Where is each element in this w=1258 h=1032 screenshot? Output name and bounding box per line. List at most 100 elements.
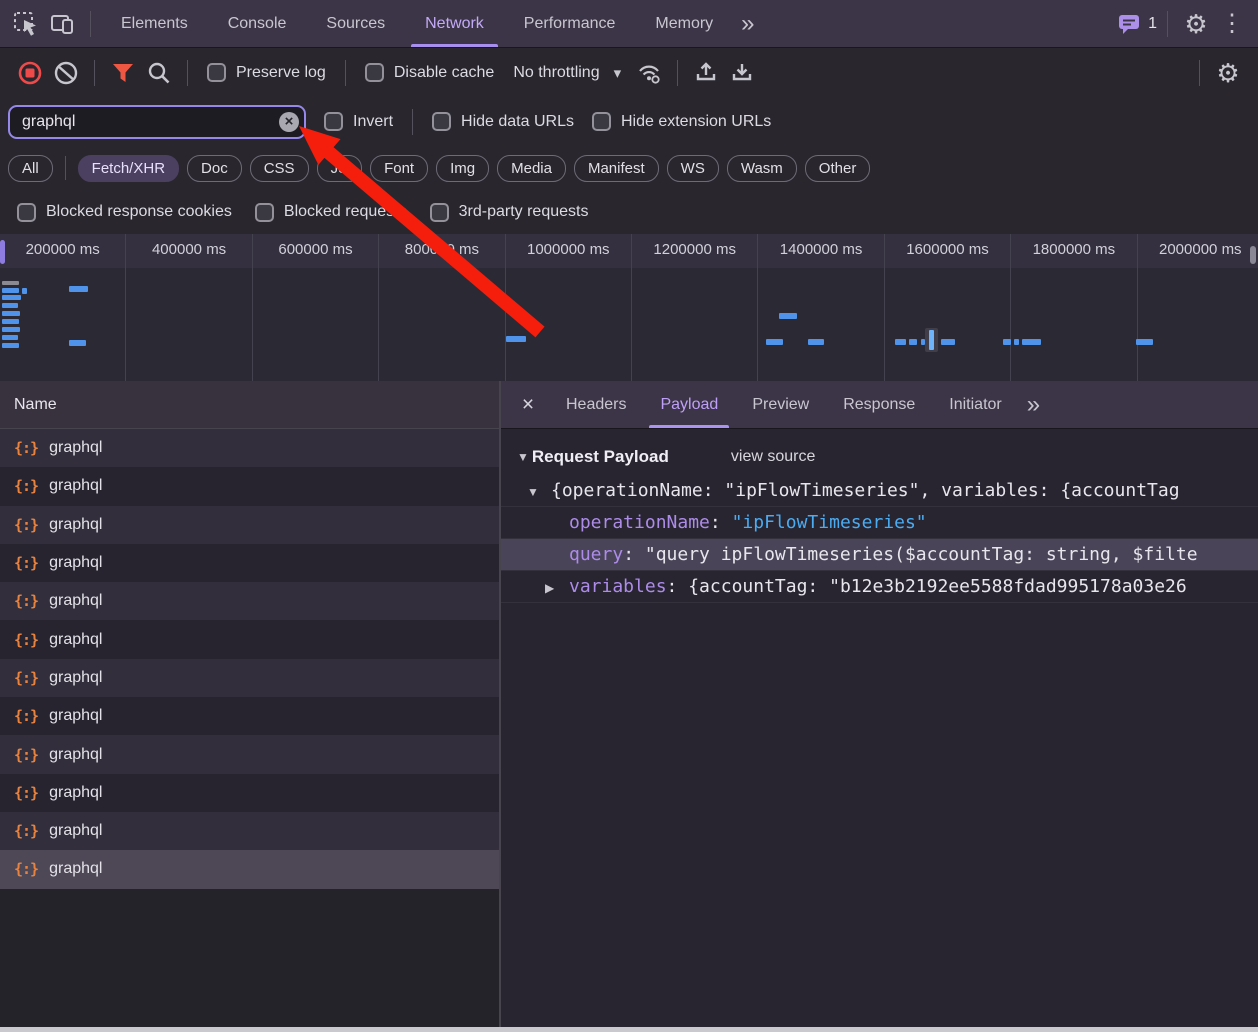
blocked-filters-row: Blocked response cookies Blocked request… — [0, 190, 1258, 234]
request-row[interactable]: {:}graphql — [0, 774, 499, 812]
waterfall-bar — [2, 303, 18, 308]
record-icon[interactable] — [12, 55, 48, 91]
waterfall-bar — [779, 313, 797, 319]
search-icon[interactable] — [141, 55, 177, 91]
request-name: graphql — [49, 439, 102, 457]
clear-icon[interactable] — [48, 55, 84, 91]
panel-tabs: ElementsConsoleSourcesNetworkPerformance… — [101, 0, 733, 47]
issues-counter[interactable]: 1 — [1117, 12, 1157, 36]
filter-chip-all[interactable]: All — [8, 155, 53, 182]
filter-chip-img[interactable]: Img — [436, 155, 489, 182]
device-toolbar-icon[interactable] — [44, 6, 80, 42]
divider — [1199, 60, 1200, 86]
waterfall-bar — [2, 288, 19, 293]
details-tab-payload[interactable]: Payload — [643, 381, 735, 428]
tab-console[interactable]: Console — [208, 0, 307, 47]
invert-checkbox[interactable]: Invert — [324, 112, 393, 131]
request-name: graphql — [49, 592, 102, 610]
filter-chip-other[interactable]: Other — [805, 155, 871, 182]
settings-gear-icon[interactable]: ⚙ — [1178, 6, 1214, 42]
filter-chip-ws[interactable]: WS — [667, 155, 719, 182]
blocked-requests-checkbox[interactable]: Blocked requests — [255, 203, 407, 222]
request-row[interactable]: {:}graphql — [0, 544, 499, 582]
message-bubble-icon — [1117, 12, 1141, 36]
filter-funnel-icon[interactable] — [105, 55, 141, 91]
blocked-response-cookies-checkbox[interactable]: Blocked response cookies — [17, 203, 232, 222]
payload-row[interactable]: ▼{operationName: "ipFlowTimeseries", var… — [501, 475, 1258, 507]
request-row[interactable]: {:}graphql — [0, 429, 499, 467]
clear-filter-icon[interactable]: × — [279, 112, 299, 132]
filter-chip-css[interactable]: CSS — [250, 155, 309, 182]
waterfall-bar — [766, 339, 783, 345]
details-tab-initiator[interactable]: Initiator — [932, 381, 1018, 428]
details-tab-preview[interactable]: Preview — [735, 381, 826, 428]
name-column-header[interactable]: Name — [0, 381, 499, 429]
tab-memory[interactable]: Memory — [635, 0, 733, 47]
issues-count: 1 — [1148, 15, 1157, 33]
more-options-icon[interactable]: ⋮ — [1214, 6, 1250, 42]
payload-plain: : "query ipFlowTimeseries($accountTag: s… — [623, 544, 1197, 565]
payload-row[interactable]: ▶variables: {accountTag: "b12e3b2192ee55… — [501, 571, 1258, 603]
waterfall-bar — [2, 295, 21, 300]
requests-panel: Name {:}graphql{:}graphql{:}graphql{:}gr… — [0, 381, 501, 1027]
payload-row[interactable]: query: "query ipFlowTimeseries($accountT… — [501, 539, 1258, 571]
request-row[interactable]: {:}graphql — [0, 506, 499, 544]
filter-chip-js[interactable]: JS — [317, 155, 363, 182]
request-row[interactable]: {:}graphql — [0, 620, 499, 658]
request-row[interactable]: {:}graphql — [0, 697, 499, 735]
hide-extension-urls-checkbox[interactable]: Hide extension URLs — [592, 112, 771, 131]
request-payload-section[interactable]: ▼ Request Payload view source — [501, 439, 1258, 475]
export-har-icon[interactable] — [724, 55, 760, 91]
more-tabs-icon[interactable]: » — [741, 12, 754, 36]
payload-str: "ipFlowTimeseries" — [732, 512, 927, 533]
request-row[interactable]: {:}graphql — [0, 735, 499, 773]
tab-sources[interactable]: Sources — [306, 0, 405, 47]
disable-cache-checkbox[interactable]: Disable cache — [365, 63, 495, 82]
filter-chip-doc[interactable]: Doc — [187, 155, 242, 182]
filter-chip-media[interactable]: Media — [497, 155, 566, 182]
network-settings-gear-icon[interactable]: ⚙ — [1210, 55, 1246, 91]
preserve-log-checkbox[interactable]: Preserve log — [207, 63, 326, 82]
request-row[interactable]: {:}graphql — [0, 467, 499, 505]
json-braces-icon: {:} — [14, 860, 38, 878]
close-icon[interactable]: × — [507, 393, 549, 417]
timeline-selection-handle[interactable] — [0, 240, 5, 264]
network-conditions-icon[interactable] — [631, 55, 667, 91]
more-details-tabs-icon[interactable]: » — [1027, 393, 1040, 417]
hide-data-urls-checkbox[interactable]: Hide data URLs — [432, 112, 574, 131]
inspect-element-icon[interactable] — [8, 6, 44, 42]
filter-chip-font[interactable]: Font — [370, 155, 428, 182]
divider — [187, 60, 188, 86]
throttling-value: No throttling — [513, 64, 599, 82]
filter-input[interactable] — [8, 105, 306, 139]
request-name: graphql — [49, 707, 102, 725]
network-overview-timeline[interactable]: 200000 ms400000 ms600000 ms800000 ms1000… — [0, 234, 1258, 383]
filter-chip-manifest[interactable]: Manifest — [574, 155, 659, 182]
request-row[interactable]: {:}graphql — [0, 582, 499, 620]
tab-performance[interactable]: Performance — [504, 0, 636, 47]
view-source-link[interactable]: view source — [731, 448, 815, 466]
waterfall-bar — [1014, 339, 1019, 345]
payload-row[interactable]: operationName: "ipFlowTimeseries" — [501, 507, 1258, 539]
twisty-icon[interactable]: ▶ — [545, 572, 569, 603]
request-row[interactable]: {:}graphql — [0, 850, 499, 888]
third-party-requests-checkbox[interactable]: 3rd-party requests — [430, 203, 589, 222]
request-row[interactable]: {:}graphql — [0, 659, 499, 697]
disable-cache-label: Disable cache — [394, 64, 495, 82]
details-tab-headers[interactable]: Headers — [549, 381, 643, 428]
filter-chip-wasm[interactable]: Wasm — [727, 155, 797, 182]
import-har-icon[interactable] — [688, 55, 724, 91]
request-rows: {:}graphql{:}graphql{:}graphql{:}graphql… — [0, 429, 499, 889]
filter-chip-fetch-xhr[interactable]: Fetch/XHR — [78, 155, 179, 182]
json-braces-icon: {:} — [14, 477, 38, 495]
tab-elements[interactable]: Elements — [101, 0, 208, 47]
details-tabbar: × HeadersPayloadPreviewResponseInitiator… — [501, 381, 1258, 429]
request-details-panel: × HeadersPayloadPreviewResponseInitiator… — [501, 381, 1258, 1027]
details-tab-response[interactable]: Response — [826, 381, 932, 428]
throttling-dropdown[interactable]: No throttling ▾ — [513, 64, 621, 82]
waterfall-bar — [2, 335, 18, 340]
request-row[interactable]: {:}graphql — [0, 812, 499, 850]
timeline-scroll-thumb[interactable] — [1250, 246, 1256, 264]
tab-network[interactable]: Network — [405, 0, 504, 47]
twisty-icon[interactable]: ▼ — [527, 476, 551, 507]
